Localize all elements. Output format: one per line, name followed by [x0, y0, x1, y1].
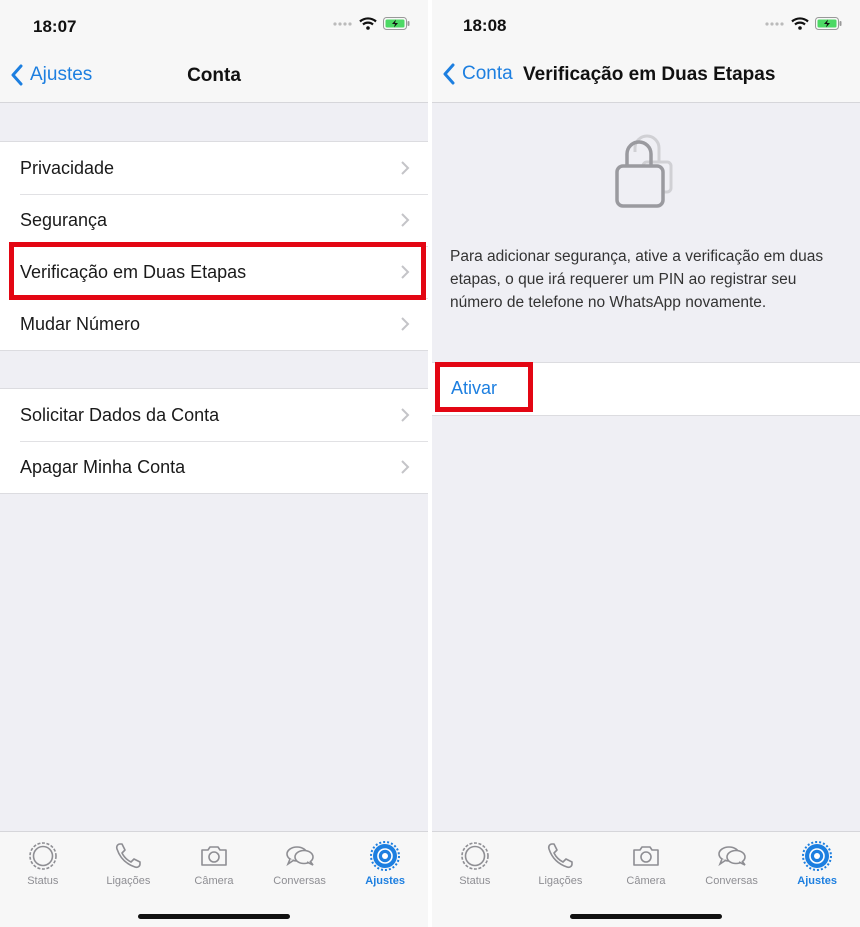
gear-icon	[802, 841, 833, 871]
status-icon	[28, 842, 57, 870]
status-icon	[460, 842, 489, 870]
tab-conversas[interactable]: Conversas	[258, 840, 342, 887]
tab-bar: Status Ligações Câmera Conversas Ajustes	[432, 831, 860, 927]
wifi-icon	[791, 17, 809, 30]
status-bar: 18:08	[432, 0, 860, 50]
back-button[interactable]: Conta	[442, 63, 513, 85]
tab-status[interactable]: Status	[1, 840, 85, 887]
home-indicator	[138, 914, 290, 919]
signal-icon	[333, 21, 352, 26]
row-privacidade[interactable]: Privacidade	[0, 142, 428, 194]
chevron-right-icon	[401, 460, 410, 474]
tab-label: Ajustes	[365, 875, 406, 887]
phone-icon	[548, 843, 574, 869]
status-icons	[765, 17, 842, 30]
row-label: Apagar Minha Conta	[20, 456, 186, 477]
tab-ajustes[interactable]: Ajustes	[775, 840, 859, 887]
battery-icon	[815, 17, 842, 30]
tab-status[interactable]: Status	[433, 840, 517, 887]
page-title: Conta	[187, 65, 241, 86]
camera-icon	[201, 846, 227, 866]
tab-label: Status	[27, 875, 59, 887]
tab-camera[interactable]: Câmera	[172, 840, 256, 887]
chevron-left-icon	[443, 63, 455, 85]
row-apagar-conta[interactable]: Apagar Minha Conta	[0, 441, 428, 493]
row-label: Segurança	[20, 209, 108, 230]
row-solicitar-dados[interactable]: Solicitar Dados da Conta	[0, 389, 428, 441]
tab-label: Ligações	[538, 875, 583, 887]
home-indicator	[570, 914, 722, 919]
row-label: Mudar Número	[20, 313, 141, 334]
row-seguranca[interactable]: Segurança	[0, 194, 428, 246]
page-title: Verificação em Duas Etapas	[523, 64, 776, 85]
highlight-box	[9, 242, 426, 300]
nav-bar: Conta Verificação em Duas Etapas	[432, 50, 860, 103]
lock-icon	[615, 134, 673, 208]
screen-conta: 18:07 Ajustes Conta Privacidade Seguranç…	[0, 0, 428, 927]
tab-label: Ligações	[106, 875, 151, 887]
status-time: 18:07	[33, 17, 77, 36]
description-text: Para adicionar segurança, ative a verifi…	[450, 248, 824, 311]
chevron-right-icon	[401, 317, 410, 331]
tab-label: Status	[459, 875, 491, 887]
tab-label: Conversas	[273, 875, 326, 887]
back-label: Conta	[462, 63, 513, 84]
chat-icon	[717, 846, 746, 867]
chevron-right-icon	[401, 213, 410, 227]
battery-icon	[383, 17, 410, 30]
row-label: Privacidade	[20, 157, 115, 178]
chat-icon	[285, 846, 314, 867]
tab-ligacoes[interactable]: Ligações	[86, 840, 170, 887]
tab-ajustes[interactable]: Ajustes	[343, 840, 427, 887]
tab-ligacoes[interactable]: Ligações	[518, 840, 602, 887]
wifi-icon	[359, 17, 377, 30]
highlight-box	[435, 362, 533, 412]
gear-icon	[370, 841, 401, 871]
status-bar: 18:07	[0, 0, 428, 50]
tab-label: Câmera	[626, 875, 666, 887]
tab-bar: Status Ligações Câmera Conversas Ajustes	[0, 831, 428, 927]
tab-camera[interactable]: Câmera	[604, 840, 688, 887]
phone-icon	[116, 843, 142, 869]
chevron-right-icon	[401, 161, 410, 175]
chevron-right-icon	[401, 408, 410, 422]
screen-verificacao: 18:08 Conta Verificação em Duas Etapas P…	[432, 0, 860, 927]
tab-label: Conversas	[705, 875, 758, 887]
account-data-group: Solicitar Dados da Conta Apagar Minha Co…	[0, 388, 428, 494]
tab-label: Ajustes	[797, 875, 838, 887]
tab-label: Câmera	[194, 875, 234, 887]
camera-icon	[633, 846, 659, 866]
status-time: 18:08	[463, 16, 507, 35]
row-mudar-numero[interactable]: Mudar Número	[0, 298, 428, 350]
signal-icon	[765, 21, 784, 26]
row-label: Solicitar Dados da Conta	[20, 404, 220, 425]
status-icons	[333, 17, 410, 30]
tab-conversas[interactable]: Conversas	[690, 840, 774, 887]
nav-bar: Ajustes Conta	[0, 50, 428, 103]
